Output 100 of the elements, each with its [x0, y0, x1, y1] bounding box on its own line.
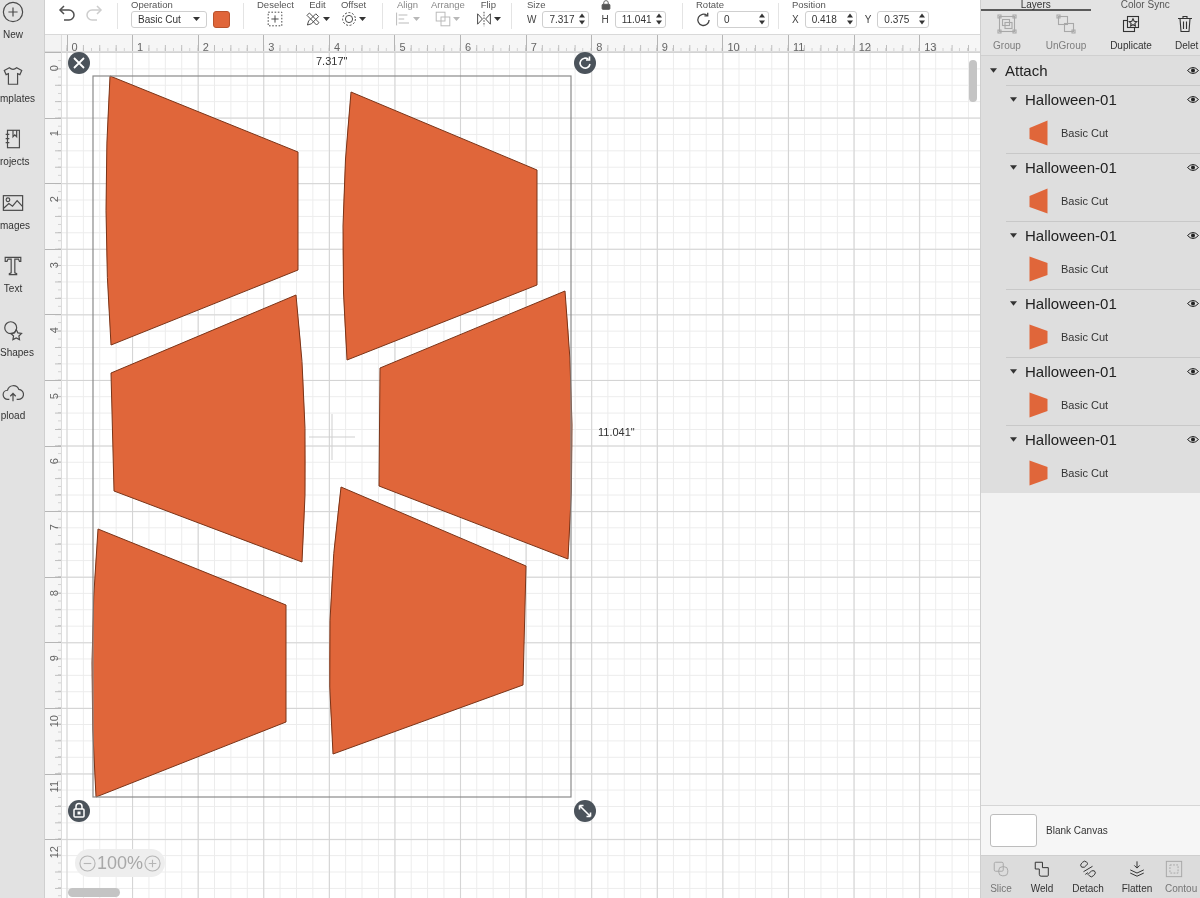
ruler-number: 10 — [48, 714, 60, 727]
sidebar-item[interactable]: mplates — [0, 63, 44, 127]
ruler-number: 6 — [465, 41, 472, 51]
stacked-squares-icon — [435, 11, 452, 27]
weld-button[interactable]: Weld — [1021, 856, 1063, 898]
plus-circle-icon — [2, 1, 24, 23]
layer-name[interactable]: Halloween-01 — [1025, 226, 1117, 244]
layer-operation[interactable]: Basic Cut — [1061, 194, 1109, 207]
ruler-number: 11 — [793, 41, 805, 51]
eye-icon[interactable] — [1187, 66, 1199, 75]
sidebar-item[interactable]: Text — [0, 254, 44, 318]
spinner-icon[interactable] — [919, 13, 926, 25]
ruler-number: 3 — [48, 261, 60, 268]
trapezoid-icon — [1029, 187, 1048, 214]
eye-icon[interactable] — [1187, 434, 1199, 444]
caret-icon[interactable] — [1010, 164, 1017, 170]
caret-icon[interactable] — [1010, 436, 1017, 442]
sidebar-item[interactable]: mages — [0, 190, 44, 254]
color-swatch-icon[interactable] — [213, 10, 230, 28]
ruler-number: 4 — [333, 41, 340, 51]
ruler-number: 8 — [596, 41, 603, 51]
layer-operation[interactable]: Basic Cut — [1061, 466, 1109, 479]
x-position-field[interactable]: 0.418 — [804, 10, 857, 28]
detach-button[interactable]: Detach — [1063, 856, 1113, 898]
lock-icon[interactable] — [68, 800, 90, 822]
eye-icon[interactable] — [1187, 94, 1199, 104]
edit-button[interactable] — [304, 10, 330, 28]
duplicate-button[interactable]: Duplicate — [1099, 11, 1163, 55]
delete-button[interactable]: Delet — [1163, 11, 1200, 55]
tool-label: Edit — [309, 0, 326, 10]
eye-icon[interactable] — [1187, 366, 1199, 376]
flatten-button[interactable]: Flatten — [1113, 856, 1161, 898]
sidebar-item[interactable]: pload — [0, 381, 44, 445]
layer-name[interactable]: Halloween-01 — [1025, 362, 1117, 380]
spinner-icon[interactable] — [655, 13, 662, 25]
ruler-number: 2 — [202, 41, 209, 51]
rotate-label: Rotate — [696, 0, 725, 10]
ruler-number: 1 — [137, 41, 144, 51]
spinner-icon[interactable] — [579, 13, 586, 25]
flip-button[interactable] — [475, 10, 501, 28]
layer-name[interactable]: Attach — [1005, 62, 1048, 79]
lock-icon[interactable] — [601, 0, 612, 10]
ruler-number: 1 — [48, 130, 60, 137]
canvas-name[interactable]: Blank Canvas — [1046, 825, 1108, 836]
layer-name[interactable]: Halloween-01 — [1025, 430, 1117, 448]
panel-tab[interactable]: Layers — [981, 0, 1091, 11]
trapezoid-icon — [1029, 459, 1048, 486]
caret-icon[interactable] — [1010, 300, 1017, 306]
layer-operation[interactable]: Basic Cut — [1061, 126, 1109, 139]
layer-operation[interactable]: Basic Cut — [1061, 330, 1109, 343]
layer-operation[interactable]: Basic Cut — [1061, 398, 1109, 411]
horizontal-scrollbar[interactable] — [68, 888, 120, 897]
sidebar-item[interactable]: Shapes — [0, 317, 44, 381]
broken-link-icon — [1079, 860, 1097, 878]
trapezoid-icon — [1029, 119, 1048, 146]
vertical-scrollbar[interactable] — [969, 60, 977, 102]
crosshair-icon — [308, 413, 356, 461]
width-dimension: 7.317" — [316, 55, 348, 67]
spinner-icon[interactable] — [759, 13, 765, 25]
rotate-icon[interactable] — [574, 52, 596, 74]
layer-name[interactable]: Halloween-01 — [1025, 90, 1117, 108]
rotate-field[interactable]: 0 — [717, 10, 769, 28]
offset-button[interactable] — [341, 10, 367, 28]
dashed-circle-icon — [341, 11, 358, 27]
resize-icon[interactable] — [574, 800, 596, 822]
layer-operation[interactable]: Basic Cut — [1061, 262, 1109, 275]
operation-dropdown[interactable]: Basic Cut — [131, 10, 207, 28]
cloud-upload-icon — [2, 382, 24, 404]
field-label: H — [601, 13, 609, 25]
height-dimension: 11.041" — [598, 426, 635, 438]
eye-icon[interactable] — [1187, 298, 1199, 308]
spinner-icon[interactable] — [846, 13, 853, 25]
ruler-number: 9 — [48, 655, 60, 662]
ruler-number: 11 — [48, 781, 60, 793]
caret-icon[interactable] — [1010, 232, 1017, 238]
trapezoid-icon — [1029, 391, 1048, 418]
group-icon — [997, 14, 1017, 34]
layer-name[interactable]: Halloween-01 — [1025, 158, 1117, 176]
rotate-icon — [696, 11, 711, 27]
deselect-button[interactable] — [267, 10, 284, 28]
y-position-field[interactable]: 0.375 — [877, 10, 930, 28]
eye-icon[interactable] — [1187, 162, 1199, 172]
height-field[interactable]: 11.041 — [614, 10, 666, 28]
width-field[interactable]: 7.317 — [542, 10, 590, 28]
caret-icon[interactable] — [990, 68, 997, 73]
tool-label: Deselect — [257, 0, 294, 10]
caret-icon[interactable] — [1010, 368, 1017, 374]
size-label: Size — [527, 0, 546, 10]
ruler-number: 10 — [727, 41, 740, 51]
ruler-number: 0 — [71, 41, 78, 51]
panel-tab[interactable]: Color Sync — [1090, 0, 1200, 11]
tool-label: Align — [396, 0, 419, 10]
field-label: W — [527, 13, 537, 25]
sidebar-item[interactable]: New — [0, 0, 44, 64]
tool-label: Flip — [480, 0, 496, 10]
close-icon[interactable] — [68, 52, 90, 74]
caret-icon[interactable] — [1010, 96, 1017, 102]
sidebar-item[interactable]: rojects — [0, 127, 44, 191]
layer-name[interactable]: Halloween-01 — [1025, 294, 1117, 312]
eye-icon[interactable] — [1187, 230, 1199, 240]
